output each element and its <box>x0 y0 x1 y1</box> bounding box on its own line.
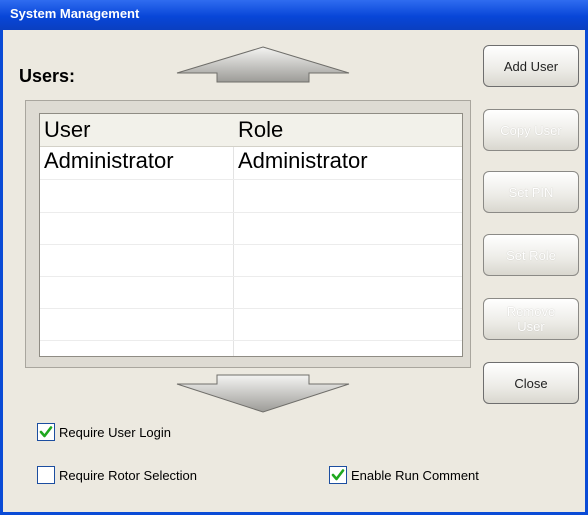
users-table[interactable]: User Role Administrator Administrator <box>39 113 463 357</box>
users-list-frame: User Role Administrator Administrator <box>25 100 471 368</box>
add-user-label: Add User <box>503 58 559 74</box>
close-button[interactable]: Close <box>483 362 579 404</box>
cell-role: Administrator <box>238 148 368 173</box>
table-row-empty <box>40 276 462 309</box>
table-row-empty <box>40 308 462 341</box>
copy-user-label: Copy User <box>500 122 562 138</box>
copy-user-button[interactable]: Copy User <box>483 109 579 151</box>
table-row-empty <box>40 212 462 245</box>
window-title: System Management <box>10 6 140 21</box>
require-user-login-checkbox[interactable]: Require User Login <box>37 423 171 441</box>
require-user-login-label: Require User Login <box>59 424 172 440</box>
users-label: Users: <box>19 66 76 86</box>
table-row-empty <box>40 340 462 356</box>
checkmark-icon <box>39 426 53 438</box>
require-rotor-selection-box[interactable] <box>37 466 55 484</box>
header-user[interactable]: User <box>44 114 90 146</box>
scroll-up-arrow-icon[interactable] <box>173 46 353 84</box>
enable-run-comment-box[interactable] <box>329 466 347 484</box>
enable-run-comment-label: Enable Run Comment <box>351 467 479 483</box>
table-row-empty <box>40 180 462 213</box>
title-bar: System Management <box>0 0 588 30</box>
table-header: User Role <box>40 114 462 147</box>
scroll-down-arrow-icon[interactable] <box>173 374 353 414</box>
set-pin-label: Set PIN <box>508 184 554 200</box>
require-rotor-selection-label: Require Rotor Selection <box>59 467 198 483</box>
set-role-label: Set Role <box>506 247 556 263</box>
remove-user-label: Remove User <box>506 304 556 334</box>
checkmark-icon <box>331 469 345 481</box>
table-row[interactable]: Administrator Administrator <box>40 147 462 180</box>
enable-run-comment-checkbox[interactable]: Enable Run Comment <box>329 466 479 484</box>
require-user-login-box[interactable] <box>37 423 55 441</box>
require-rotor-selection-checkbox[interactable]: Require Rotor Selection <box>37 466 197 484</box>
add-user-button[interactable]: Add User <box>483 45 579 87</box>
remove-user-button[interactable]: Remove User <box>483 298 579 340</box>
set-pin-button[interactable]: Set PIN <box>483 171 579 213</box>
cell-user: Administrator <box>44 148 174 173</box>
system-management-window: System Management Users: User Role Admin… <box>0 0 588 515</box>
table-row-empty <box>40 244 462 277</box>
close-label: Close <box>514 375 548 391</box>
header-role[interactable]: Role <box>238 114 283 146</box>
set-role-button[interactable]: Set Role <box>483 234 579 276</box>
